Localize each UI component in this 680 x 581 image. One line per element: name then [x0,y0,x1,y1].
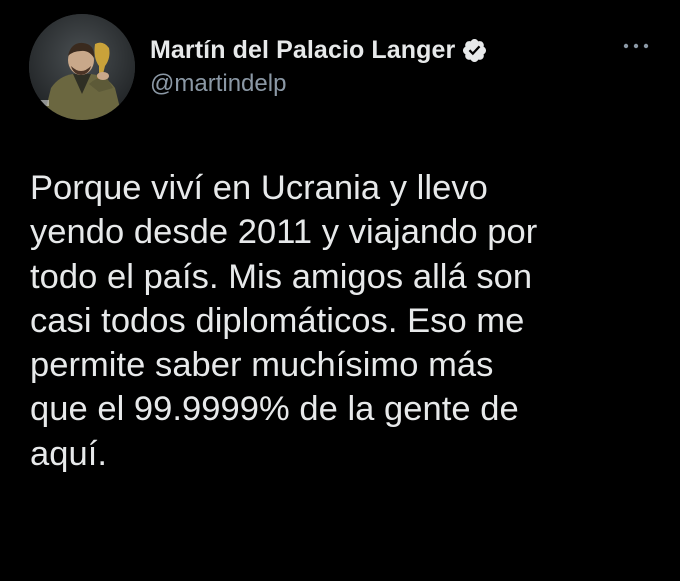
verified-badge-icon [461,37,488,64]
tweet-header: Martín del Palacio Langer @martindelp [150,32,590,98]
avatar[interactable] [29,14,135,120]
profile-photo-icon [29,14,135,120]
tweet-text: Porque viví en Ucrania y llevo yendo des… [30,169,538,473]
more-options-button[interactable] [620,36,654,56]
name-row: Martín del Palacio Langer [150,32,590,68]
more-options-icon [623,43,649,49]
tweet-card: Martín del Palacio Langer @martindelp Po… [0,0,680,581]
author-display-name[interactable]: Martín del Palacio Langer [150,36,455,65]
author-handle[interactable]: @martindelp [150,70,590,98]
